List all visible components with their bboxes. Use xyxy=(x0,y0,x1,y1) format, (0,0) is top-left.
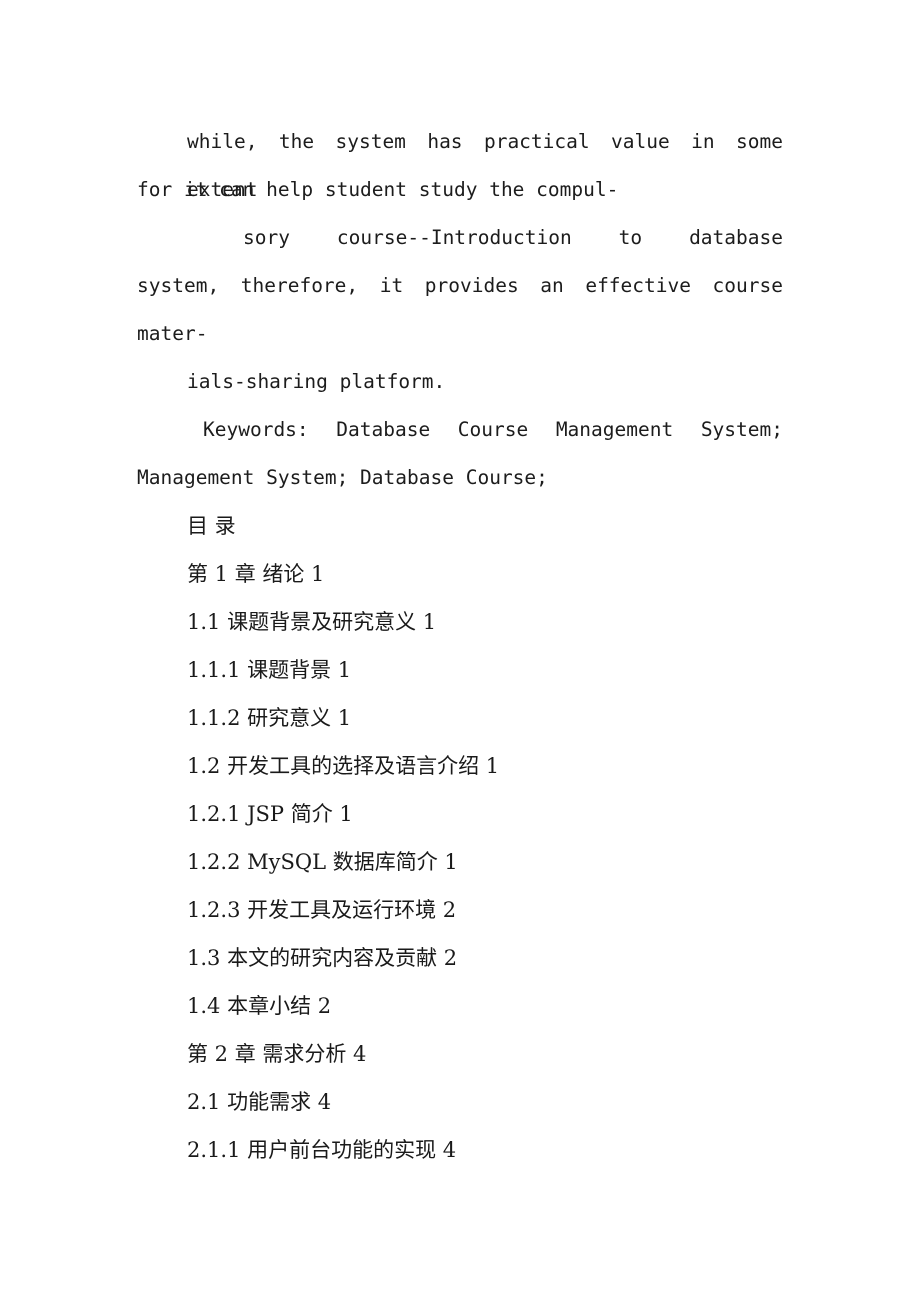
toc-entry-2-1[interactable]: 2.1 功能需求 4 xyxy=(137,1078,783,1126)
toc-entry-1-4[interactable]: 1.4 本章小结 2 xyxy=(137,982,783,1030)
toc-entry-1-2-3[interactable]: 1.2.3 开发工具及运行环境 2 xyxy=(137,886,783,934)
toc-entry-1-3[interactable]: 1.3 本文的研究内容及贡献 2 xyxy=(137,934,783,982)
table-of-contents: 目 录 第 1 章 绪论 1 1.1 课题背景及研究意义 1 1.1.1 课题背… xyxy=(137,502,783,1174)
toc-entry-2-1-1[interactable]: 2.1.1 用户前台功能的实现 4 xyxy=(137,1126,783,1174)
toc-entry-chapter-1[interactable]: 第 1 章 绪论 1 xyxy=(137,550,783,598)
toc-entry-1-2-2[interactable]: 1.2.2 MySQL 数据库简介 1 xyxy=(137,838,783,886)
keywords-block: Keywords: Database Course Management Sys… xyxy=(137,406,783,502)
document-page: while, the system has practical value in… xyxy=(0,0,920,1302)
keywords-line-2: Management System; Database Course; xyxy=(137,466,548,489)
toc-entry-1-2[interactable]: 1.2 开发工具的选择及语言介绍 1 xyxy=(137,742,783,790)
abstract-line-5: mater- xyxy=(137,322,208,345)
toc-entry-1-1-2[interactable]: 1.1.2 研究意义 1 xyxy=(137,694,783,742)
toc-entry-1-2-1[interactable]: 1.2.1 JSP 简介 1 xyxy=(137,790,783,838)
abstract-line-4: system, therefore, it provides an effect… xyxy=(137,274,783,297)
toc-heading: 目 录 xyxy=(187,514,236,538)
toc-entry-1-1-1[interactable]: 1.1.1 课题背景 1 xyxy=(137,646,783,694)
keywords-line-1: Keywords: Database Course Management Sys… xyxy=(203,418,783,441)
page-content: while, the system has practical value in… xyxy=(137,118,783,1174)
abstract-line-1: while, the system has practical value in… xyxy=(187,130,783,201)
abstract-line-3: sory course--Introduction to database xyxy=(243,226,783,249)
toc-entry-chapter-2[interactable]: 第 2 章 需求分析 4 xyxy=(137,1030,783,1078)
abstract-block: while, the system has practical value in… xyxy=(137,118,783,406)
abstract-line-6: ials-sharing platform. xyxy=(187,370,446,393)
abstract-line-2: for it can help student study the compul… xyxy=(137,178,619,201)
toc-entry-1-1[interactable]: 1.1 课题背景及研究意义 1 xyxy=(137,598,783,646)
